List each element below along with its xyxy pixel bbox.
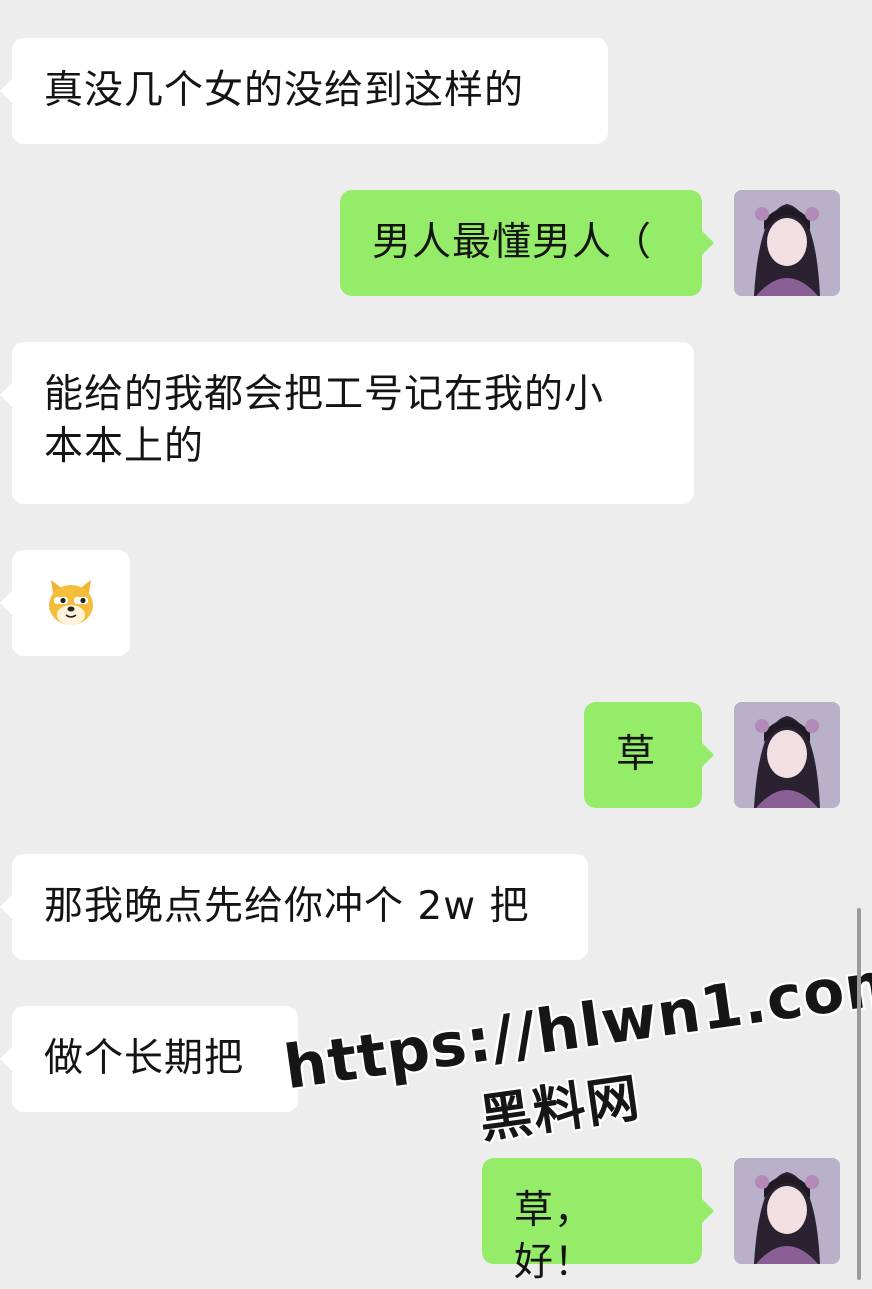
avatar-image: [734, 702, 840, 808]
doge-emoji-icon: [49, 580, 93, 625]
outgoing-message-bubble[interactable]: 草，好！: [482, 1158, 714, 1285]
avatar-image: [734, 190, 840, 296]
avatar-image: [734, 1158, 840, 1264]
message-text: 做个长期把: [44, 1036, 245, 1081]
incoming-message-bubble[interactable]: 那我晚点先给你冲个 2w 把: [0, 854, 588, 960]
incoming-message-bubble[interactable]: 做个长期把: [0, 1006, 298, 1112]
message-text-line: 能给的我都会把工号记在我的小: [44, 372, 605, 417]
message-text-line: 本本上的: [44, 424, 205, 469]
scrollbar[interactable]: [857, 908, 861, 1280]
user-avatar[interactable]: [734, 190, 840, 296]
incoming-emoji-bubble[interactable]: [0, 550, 130, 656]
outgoing-message-bubble[interactable]: 男人最懂男人（: [340, 190, 714, 296]
outgoing-message-bubble[interactable]: 草: [584, 702, 714, 808]
incoming-message-bubble[interactable]: 真没几个女的没给到这样的: [0, 38, 608, 144]
incoming-message-bubble[interactable]: 能给的我都会把工号记在我的小 本本上的: [0, 342, 694, 504]
message-text: 真没几个女的没给到这样的: [44, 68, 525, 113]
user-avatar[interactable]: [734, 1158, 840, 1264]
user-avatar[interactable]: [734, 702, 840, 808]
message-text: 那我晚点先给你冲个 2w 把: [44, 884, 530, 929]
message-text: 草，好！: [514, 1188, 595, 1285]
message-text: 草: [616, 732, 657, 777]
message-text: 男人最懂男人（: [372, 220, 653, 265]
